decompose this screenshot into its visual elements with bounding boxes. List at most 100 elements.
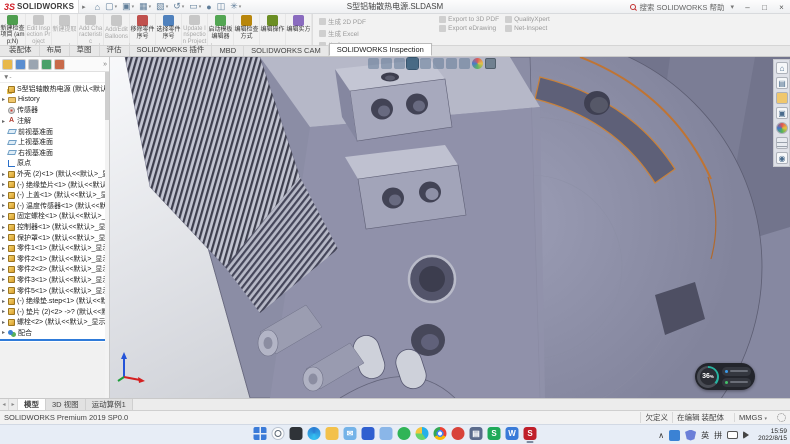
tray-expand-icon[interactable]: ∧ [658,431,664,440]
tree-item[interactable]: ▸螺栓<2> (默认<<默认>_显示状态 [0,317,109,328]
ribbon-export-item[interactable]: QualityXpert [505,16,550,23]
tab-scroll-right-icon[interactable]: ▸ [9,399,18,410]
save-icon[interactable]: ▦▾ [137,1,153,12]
rebuild-icon[interactable]: ● [204,2,213,12]
dropdown-caret-icon[interactable]: ▾ [182,4,185,10]
start-button[interactable] [254,427,267,440]
help-search-box[interactable]: 搜索 SOLIDWORKS 帮助 ▾ [630,2,737,13]
scene-icon[interactable] [459,58,470,69]
section-view-icon[interactable] [394,58,405,69]
ribbon-tab[interactable]: 评估 [100,43,130,56]
mail-icon[interactable]: ✉ [344,427,357,440]
tree-item[interactable]: ▸(-) 绝缘垫片<1> (默认<<默认>_显 [0,179,109,190]
dropdown-caret-icon[interactable]: ▾ [239,4,242,10]
tab-scroll-left-icon[interactable]: ◂ [0,399,9,410]
ribbon-button[interactable]: 选择零件序号 [156,14,182,45]
cloud-app-icon[interactable] [380,427,393,440]
tree-item[interactable]: ▸(-) 绝缘垫.step<1> (默认<<默认> [0,296,109,307]
edit-appearance-icon[interactable] [446,58,457,69]
ribbon-button[interactable]: 编辑操作 [260,14,286,45]
tree-item[interactable]: 原点 [0,158,109,169]
ribbon-tab[interactable]: SOLIDWORKS Inspection [329,43,432,56]
s-app-icon[interactable]: S [488,427,501,440]
options-gear-icon[interactable]: ✳▾ [228,1,243,12]
ribbon-button[interactable]: 移除零件序号 [130,14,156,45]
search-caret-icon[interactable]: ▾ [730,3,734,11]
green-browser-icon[interactable] [398,427,411,440]
ribbon-button[interactable]: 新建检查项目 (amp;N) [0,14,26,45]
appearances-icon[interactable] [776,122,788,134]
appearance-ball-icon[interactable] [472,58,483,69]
tree-item[interactable]: ▸保护罩<1> (默认<<默认>_显示状 [0,232,109,243]
tray-shield-icon[interactable] [685,430,696,441]
displaymanager-tab-icon[interactable] [54,59,65,70]
tree-item[interactable]: 上视基准面 [0,137,109,148]
propertymanager-tab-icon[interactable] [15,59,26,70]
taskbar-clock[interactable]: 15:59 2022/8/15 [758,428,787,443]
zoom-fit-icon[interactable] [368,58,379,69]
panel-tab-overflow-icon[interactable]: » [103,61,107,68]
display-style-icon[interactable] [420,58,431,69]
minimize-button[interactable]: – [741,3,754,12]
print-icon[interactable]: ▧▾ [154,1,170,12]
tree-item[interactable]: ▸(-) 上盖<1> (默认<<默认>_显示状 [0,190,109,201]
ribbon-tab[interactable]: 装配体 [2,43,40,56]
ribbon-tab[interactable]: SOLIDWORKS 插件 [130,43,213,56]
open-file-icon[interactable]: ▣▾ [120,1,136,12]
solidworks-resources-icon[interactable]: ⌂ [776,62,788,74]
red-app-icon[interactable] [452,427,465,440]
model-tab[interactable]: 3D 视图 [46,399,86,410]
dimxpertmanager-tab-icon[interactable] [41,59,52,70]
tree-item[interactable]: 右视基准面 [0,148,109,159]
tree-rollback-bar[interactable] [0,339,109,341]
ribbon-export-item[interactable]: 生成 2D PDF [319,16,433,26]
tree-item[interactable]: ▸History [0,95,109,106]
model-tab[interactable]: 运动算例1 [86,399,133,410]
edge-browser-icon[interactable] [308,427,321,440]
status-gear-icon[interactable] [777,413,786,422]
solidworks-app-icon[interactable]: S [524,427,537,440]
home-icon[interactable]: ⌂ [93,2,102,12]
units-selector[interactable]: MMGS ▾ [734,413,771,422]
screen-capture-icon[interactable] [485,58,496,69]
zoom-area-icon[interactable] [381,58,392,69]
ribbon-tab[interactable]: 布局 [40,43,70,56]
recorder-button-2[interactable] [722,378,751,387]
ribbon-button[interactable]: 编辑检查方式 [234,14,260,45]
ribbon-export-item[interactable]: Export to 3D PDF [439,16,499,23]
ribbon-tab[interactable]: MBD [212,45,244,56]
dropdown-caret-icon[interactable]: ▾ [149,4,152,10]
ribbon-tab[interactable]: SOLIDWORKS CAM [244,45,329,56]
search-button[interactable] [272,427,285,440]
design-library-icon[interactable]: ▤ [776,77,788,89]
chrome-icon[interactable] [434,427,447,440]
recorder-button-1[interactable] [722,367,751,376]
close-button[interactable]: × [775,3,788,12]
tree-item[interactable]: ▸零件2<2> (默认<<默认>_显示 [0,264,109,275]
store-icon[interactable] [362,427,375,440]
notes-app-icon[interactable]: ▤ [470,427,483,440]
dropdown-caret-icon[interactable]: ▾ [132,4,135,10]
panel-scrollbar[interactable] [105,72,109,398]
browser-360-icon[interactable] [416,427,429,440]
ribbon-button[interactable]: 启动模板编辑器 [208,14,234,45]
hide-show-items-icon[interactable] [433,58,444,69]
touch-keyboard-icon[interactable] [727,431,738,439]
tree-item[interactable]: ▸零件3<1> (默认<<默认>_显示状 [0,275,109,286]
new-file-icon[interactable]: ▢▾ [103,1,119,12]
tree-filter[interactable]: ▼- [0,72,109,83]
undo-icon[interactable]: ↺▾ [171,1,186,12]
file-explorer-icon[interactable] [326,427,339,440]
tree-item[interactable]: ▸零件2<1> (默认<<默认>_显示 [0,254,109,265]
tree-item[interactable]: ▸配合 [0,328,109,339]
view-palette-icon[interactable]: ▣ [776,107,788,119]
tree-item[interactable]: ▸固定螺栓<1> (默认<<默认>_显示 [0,211,109,222]
speaker-icon[interactable] [743,431,753,439]
file-explorer-icon[interactable] [776,92,788,104]
tree-item[interactable]: ▸零件1<1> (默认<<默认>_显示状态 [0,243,109,254]
model-tab[interactable]: 模型 [18,399,46,410]
tree-item[interactable]: ▸(-) 垫片 (2)<2> ->? (默认<<默认> [0,306,109,317]
tree-item[interactable]: ▸(-) 温度传感器<1> (默认<<默认>_ [0,201,109,212]
tree-item[interactable]: S型铝轴散热电源 (默认<默认_显示状态-1 [0,84,109,95]
tree-item[interactable]: ▸外壳 (2)<1> (默认<<默认>_显示状 [0,169,109,180]
